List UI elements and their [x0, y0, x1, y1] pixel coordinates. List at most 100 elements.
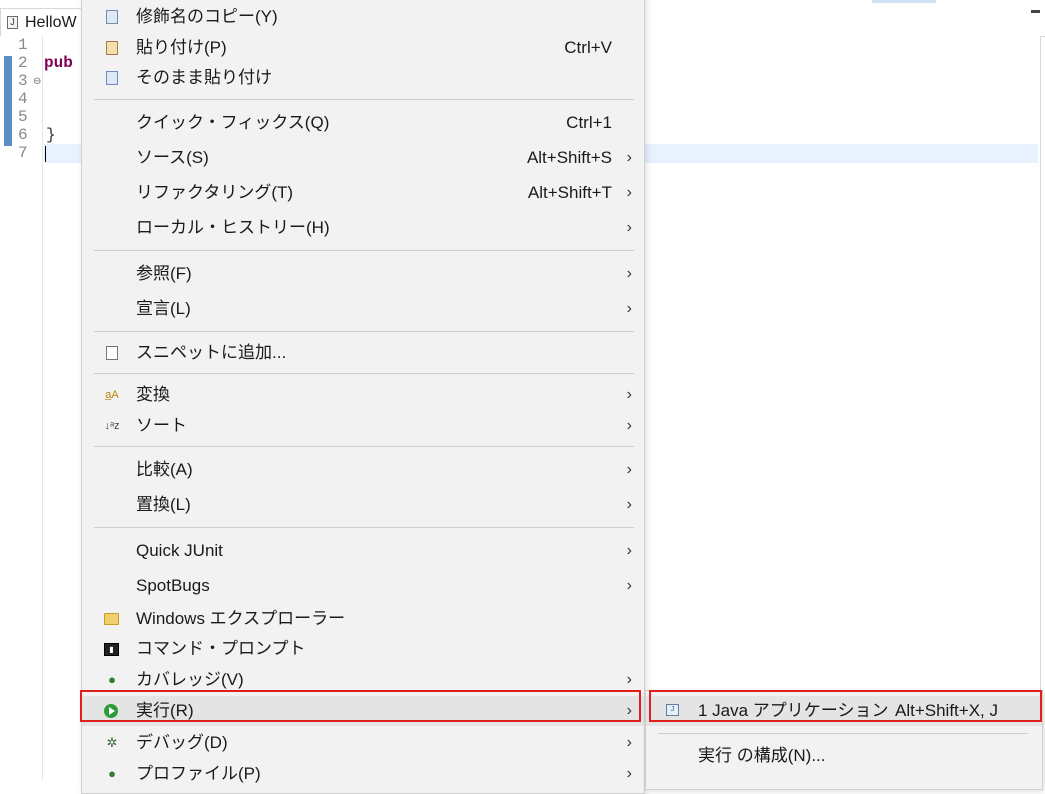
terminal-icon: ▮ — [104, 643, 119, 656]
menu-item-quick-junit[interactable]: Quick JUnit › — [82, 536, 644, 566]
chevron-right-icon: › — [626, 542, 632, 559]
tab-strip-indicator — [872, 0, 936, 3]
overview-ruler — [0, 36, 14, 781]
menu-item-label: ローカル・ヒストリー(H) — [136, 218, 330, 237]
menu-item-quick-fix[interactable]: クイック・フィックス(Q) Ctrl+1 — [82, 108, 644, 138]
chevron-right-icon: › — [626, 461, 632, 478]
menu-item-label: リファクタリング(T) — [136, 183, 294, 202]
menu-item-label: プロファイル(P) — [136, 764, 261, 783]
chevron-right-icon: › — [626, 184, 632, 201]
line-number: 6 — [18, 126, 28, 144]
menu-item-label: スニペットに追加... — [136, 343, 287, 362]
chevron-right-icon: › — [626, 300, 632, 317]
code-keyword: pub — [44, 54, 73, 72]
menu-item-copy-qualified-name[interactable]: 修飾名のコピー(Y) — [82, 2, 644, 32]
folder-icon — [104, 613, 119, 625]
profile-icon: ● — [108, 766, 116, 781]
debug-icon: ✲ — [106, 735, 118, 750]
menu-item-paste-raw[interactable]: そのまま貼り付け — [82, 63, 644, 93]
chevron-right-icon: › — [626, 765, 632, 782]
text-caret — [45, 146, 46, 162]
editor-border — [1040, 36, 1041, 781]
menu-item-refactor[interactable]: リファクタリング(T) Alt+Shift+T › — [82, 178, 644, 208]
line-numbers: 1 2 3 4 5 6 7 — [18, 36, 40, 162]
menu-item-shortcut: Ctrl+V — [564, 38, 612, 57]
menu-item-local-history[interactable]: ローカル・ヒストリー(H) › — [82, 213, 644, 243]
line-number: 1 — [18, 36, 28, 54]
line-number: 5 — [18, 108, 28, 126]
menu-item-paste[interactable]: 貼り付け(P) Ctrl+V — [82, 33, 644, 63]
submenu-item-run-configurations[interactable]: 実行 の構成(N)... — [646, 741, 1042, 771]
menu-item-label: コマンド・プロンプト — [136, 639, 306, 658]
current-line-highlight — [640, 144, 1038, 163]
paste-icon — [106, 41, 118, 55]
menu-item-label: 参照(F) — [136, 264, 192, 283]
menu-item-label: Windows エクスプローラー — [136, 609, 346, 628]
menu-item-label: そのまま貼り付け — [136, 68, 272, 87]
fold-collapse-icon[interactable]: ⊖ — [33, 76, 41, 87]
snippet-icon — [106, 346, 118, 360]
maximize-icon[interactable] — [1031, 10, 1040, 19]
chevron-right-icon: › — [626, 577, 632, 594]
convert-icon: a̲A — [105, 389, 119, 401]
menu-item-add-to-snippets[interactable]: スニペットに追加... — [82, 338, 644, 368]
chevron-right-icon: › — [626, 386, 632, 403]
menu-item-sort[interactable]: ↓ᵃz ソート › — [82, 411, 644, 441]
menu-separator — [94, 331, 634, 332]
menu-item-label: 修飾名のコピー(Y) — [136, 7, 278, 26]
menu-separator — [94, 446, 634, 447]
menu-item-source[interactable]: ソース(S) Alt+Shift+S › — [82, 143, 644, 173]
chevron-right-icon: › — [626, 149, 632, 166]
menu-item-shortcut: Ctrl+1 — [566, 113, 612, 132]
gutter-divider — [42, 36, 43, 781]
chevron-right-icon: › — [626, 417, 632, 434]
menu-item-convert[interactable]: a̲A 変換 › — [82, 380, 644, 410]
menu-item-profile[interactable]: ● プロファイル(P) › — [82, 759, 644, 789]
menu-item-label: SpotBugs — [136, 576, 210, 595]
java-application-highlight-frame — [649, 690, 1042, 722]
java-file-icon: J — [7, 16, 18, 29]
menu-item-debug[interactable]: ✲ デバッグ(D) › — [82, 728, 644, 758]
menu-separator — [94, 250, 634, 251]
menu-item-label: ソート — [136, 416, 187, 435]
menu-item-label: クイック・フィックス(Q) — [136, 113, 330, 132]
menu-item-replace[interactable]: 置換(L) › — [82, 490, 644, 520]
menu-separator — [94, 527, 634, 528]
line-number: 7 — [18, 144, 28, 162]
menu-separator — [94, 373, 634, 374]
tab-strip — [640, 0, 1045, 37]
menu-item-command-prompt[interactable]: ▮ コマンド・プロンプト — [82, 634, 644, 664]
ruler-change-mark — [4, 56, 12, 146]
chevron-right-icon: › — [626, 734, 632, 751]
editor-context-menu: 修飾名のコピー(Y) 貼り付け(P) Ctrl+V そのまま貼り付け クイック・… — [81, 0, 645, 794]
code-closing-brace: } — [46, 126, 56, 144]
menu-separator — [658, 733, 1028, 734]
submenu-item-label: 実行 の構成(N)... — [698, 746, 826, 765]
menu-item-references[interactable]: 参照(F) › — [82, 259, 644, 289]
sort-icon: ↓ᵃz — [104, 420, 120, 432]
chevron-right-icon: › — [626, 219, 632, 236]
menu-item-label: ソース(S) — [136, 148, 209, 167]
current-line-highlight — [44, 144, 81, 163]
code-line: pub — [44, 54, 73, 72]
menu-item-label: デバッグ(D) — [136, 733, 228, 752]
menu-item-label: 貼り付け(P) — [136, 38, 227, 57]
menu-item-compare[interactable]: 比較(A) › — [82, 455, 644, 485]
line-number: 2 — [18, 54, 28, 72]
menu-item-label: 変換 — [136, 385, 170, 404]
run-item-highlight-frame — [80, 690, 641, 722]
menu-item-label: 宣言(L) — [136, 299, 191, 318]
menu-item-declarations[interactable]: 宣言(L) › — [82, 294, 644, 324]
editor-tab-title: HelloW — [25, 14, 77, 31]
copy-icon — [106, 10, 118, 24]
menu-item-shortcut: Alt+Shift+T — [527, 183, 612, 202]
menu-item-label: 置換(L) — [136, 495, 191, 514]
chevron-right-icon: › — [626, 496, 632, 513]
chevron-right-icon: › — [626, 265, 632, 282]
menu-item-spotbugs[interactable]: SpotBugs › — [82, 571, 644, 601]
coverage-icon: ● — [108, 672, 116, 687]
line-number: 4 — [18, 90, 28, 108]
menu-item-windows-explorer[interactable]: Windows エクスプローラー — [82, 604, 644, 634]
menu-separator — [94, 99, 634, 100]
copy-icon — [106, 71, 118, 85]
